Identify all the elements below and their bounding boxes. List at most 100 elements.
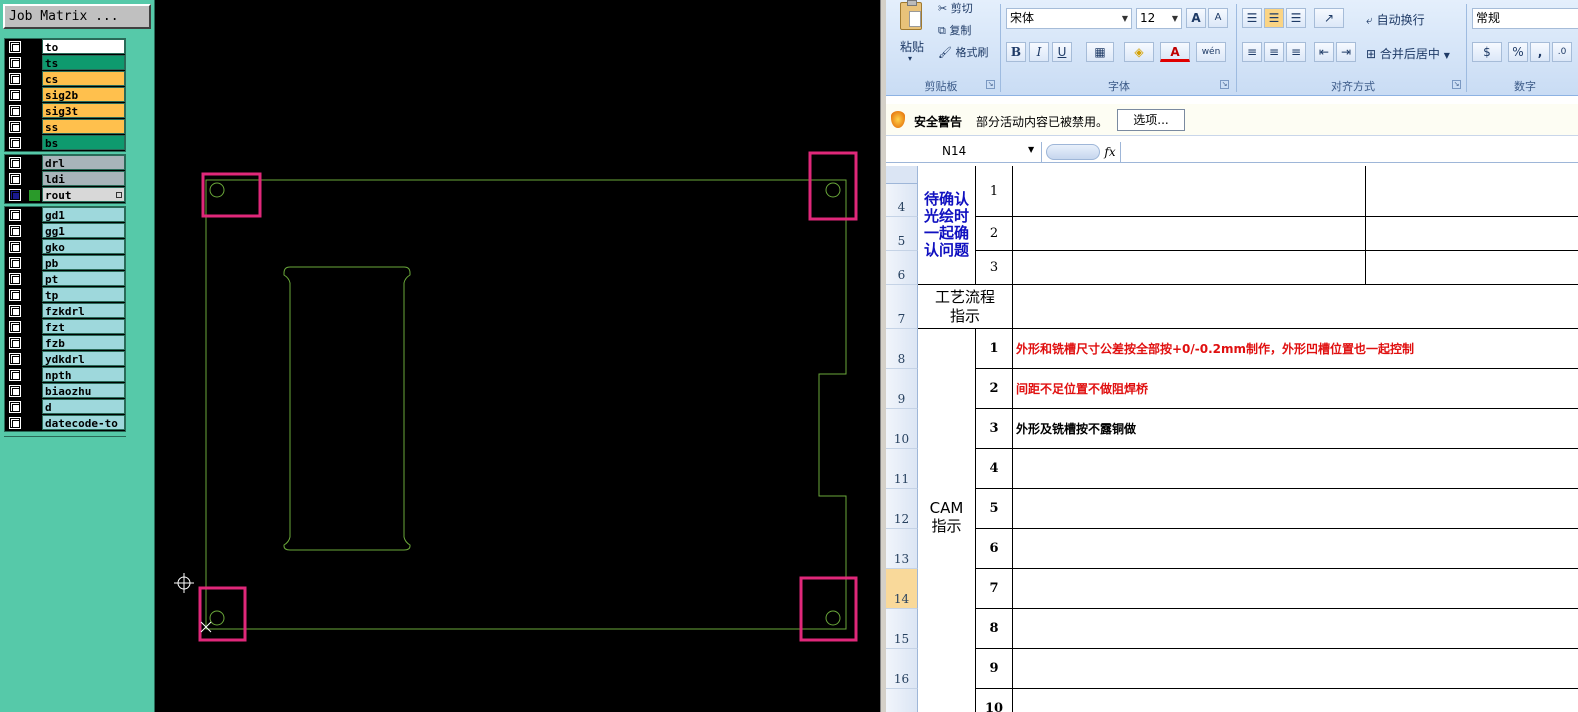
layer-row-npth[interactable]: npth — [5, 367, 125, 383]
layer-name[interactable]: biaozhu — [42, 383, 125, 398]
layer-name[interactable]: cs — [42, 71, 125, 86]
layer-checkbox[interactable] — [9, 137, 21, 149]
layer-row-fzt[interactable]: fzt — [5, 319, 125, 335]
layer-name[interactable]: gg1 — [42, 223, 125, 238]
layer-name[interactable]: fzt — [42, 319, 125, 334]
pending-item-extra-cell[interactable] — [1366, 251, 1578, 285]
row-header-5[interactable]: 5 — [886, 217, 918, 251]
security-options-button[interactable]: 选项... — [1117, 109, 1185, 131]
row-header-12[interactable]: 12 — [886, 489, 918, 529]
layer-name[interactable]: ldi — [42, 171, 125, 186]
layer-checkbox[interactable] — [9, 241, 21, 253]
cam-item-text-cell[interactable]: 间距不足位置不做阻焊桥 — [1013, 369, 1578, 409]
row-header-13[interactable]: 13 — [886, 529, 918, 569]
layer-checkbox[interactable] — [9, 401, 21, 413]
pending-item-number[interactable]: 2 — [976, 217, 1013, 251]
comma-style-button[interactable]: , — [1530, 42, 1550, 62]
layer-name[interactable]: d — [42, 399, 125, 414]
layer-checkbox[interactable] — [9, 225, 21, 237]
paste-button[interactable]: 粘贴 ▾ — [894, 0, 930, 66]
layer-row-cs[interactable]: cs — [5, 71, 125, 87]
font-name-combo[interactable]: 宋体 ▼ — [1006, 8, 1132, 29]
cam-item-number[interactable]: 7 — [976, 569, 1013, 609]
layer-name[interactable]: ts — [42, 55, 125, 70]
wrap-text-button[interactable]: ⤶ 自动换行 — [1366, 11, 1425, 28]
layer-name[interactable]: ss — [42, 119, 125, 134]
row-header-7[interactable]: 7 — [886, 285, 918, 329]
layer-checkbox[interactable] — [9, 89, 21, 101]
increase-indent-icon[interactable]: ⇥ — [1336, 42, 1356, 62]
shrink-font-button[interactable]: A — [1208, 8, 1228, 28]
pending-item-cell[interactable] — [1013, 166, 1366, 217]
cam-item-text-cell[interactable] — [1013, 689, 1578, 712]
row-header-15[interactable]: 15 — [886, 609, 918, 649]
layer-checkbox[interactable] — [9, 157, 21, 169]
layer-checkbox[interactable] — [9, 121, 21, 133]
row-header-8[interactable]: 8 — [886, 329, 918, 369]
cam-item-text-cell[interactable] — [1013, 609, 1578, 649]
layer-checkbox[interactable] — [9, 41, 21, 53]
row-header-17[interactable]: 17 — [886, 689, 918, 712]
merge-center-button[interactable]: ⊞ 合并后居中 ▼ — [1366, 45, 1450, 62]
layer-name[interactable]: sig2b — [42, 87, 125, 102]
cam-item-number[interactable]: 2 — [976, 369, 1013, 409]
layer-name[interactable]: fzkdrl — [42, 303, 125, 318]
align-top-icon[interactable]: ☰ — [1242, 8, 1262, 28]
row-header-9[interactable]: 9 — [886, 369, 918, 409]
cam-item-number[interactable]: 3 — [976, 409, 1013, 449]
layer-name[interactable]: pt — [42, 271, 125, 286]
grow-font-button[interactable]: A — [1186, 8, 1206, 28]
formula-input[interactable] — [1120, 142, 1578, 162]
layer-name[interactable]: drl — [42, 155, 125, 170]
layer-row-fzkdrl[interactable]: fzkdrl — [5, 303, 125, 319]
currency-icon[interactable]: $ — [1472, 42, 1502, 62]
cam-item-text-cell[interactable] — [1013, 489, 1578, 529]
layer-checkbox[interactable] — [9, 105, 21, 117]
cam-item-number[interactable]: 5 — [976, 489, 1013, 529]
select-all-button[interactable] — [886, 166, 918, 184]
spreadsheet-grid[interactable]: ABCDEFGHI 4567891011121314151617 待确认光绘时一… — [886, 166, 1578, 712]
layer-row-fzb[interactable]: fzb — [5, 335, 125, 351]
layer-row-ydkdrl[interactable]: ydkdrl — [5, 351, 125, 367]
layer-row-sig3t[interactable]: sig3t — [5, 103, 125, 119]
italic-button[interactable]: I — [1029, 42, 1049, 62]
process-flow-value-cell[interactable] — [1013, 285, 1578, 329]
layer-checkbox[interactable] — [9, 353, 21, 365]
cam-item-number[interactable]: 8 — [976, 609, 1013, 649]
borders-icon[interactable]: ▦ — [1086, 42, 1114, 62]
layer-name[interactable]: fzb — [42, 335, 125, 350]
layer-row-gd1[interactable]: gd1 — [5, 207, 125, 223]
row-header-6[interactable]: 6 — [886, 251, 918, 285]
align-center-icon[interactable]: ≡ — [1264, 42, 1284, 62]
layer-checkbox[interactable] — [9, 257, 21, 269]
layer-checkbox[interactable] — [9, 173, 21, 185]
font-launcher-icon[interactable]: ↘ — [1220, 80, 1229, 89]
layer-row-to[interactable]: to — [5, 39, 125, 55]
cam-item-text-cell[interactable]: 外形和铣槽尺寸公差按全部按+0/-0.2mm制作，外形凹槽位置也一起控制 — [1013, 329, 1578, 369]
layer-row-gko[interactable]: gko — [5, 239, 125, 255]
phonetic-button[interactable]: wén — [1196, 42, 1226, 62]
layer-name[interactable]: datecode-to — [42, 415, 125, 430]
layer-name[interactable]: pb — [42, 255, 125, 270]
pending-item-cell[interactable] — [1013, 251, 1366, 285]
pending-item-cell[interactable] — [1013, 217, 1366, 251]
orientation-icon[interactable]: ↗ — [1314, 8, 1344, 28]
format-painter-button[interactable]: 🖌 格式刷 — [938, 44, 988, 60]
formula-divider-icon[interactable] — [1046, 144, 1100, 160]
layer-checkbox[interactable] — [9, 385, 21, 397]
layer-name[interactable]: gd1 — [42, 207, 125, 222]
fx-button[interactable]: fx — [1100, 143, 1120, 161]
cam-item-number[interactable]: 9 — [976, 649, 1013, 689]
fill-color-icon[interactable]: ◈ — [1124, 42, 1154, 62]
layer-checkbox[interactable] — [9, 209, 21, 221]
layer-name[interactable]: npth — [42, 367, 125, 382]
layer-name[interactable]: gko — [42, 239, 125, 254]
name-box[interactable]: N14 ▼ — [886, 142, 1042, 162]
layer-name[interactable]: ydkdrl — [42, 351, 125, 366]
cam-item-text-cell[interactable] — [1013, 569, 1578, 609]
cam-item-number[interactable]: 1 — [976, 329, 1013, 369]
layer-row-tp[interactable]: tp — [5, 287, 125, 303]
paste-dropdown-icon[interactable]: ▾ — [908, 54, 912, 63]
bold-button[interactable]: B — [1006, 42, 1026, 62]
percent-button[interactable]: % — [1508, 42, 1528, 62]
